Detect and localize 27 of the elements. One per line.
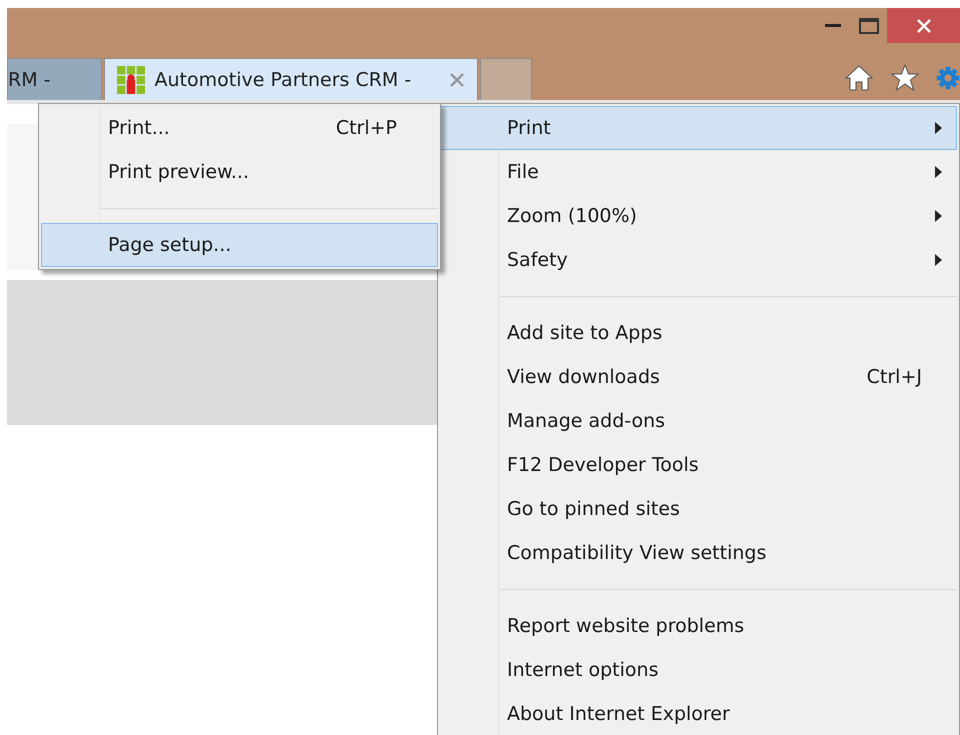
menu-item[interactable]: View downloads Ctrl+J xyxy=(440,355,957,399)
close-icon xyxy=(916,18,932,34)
menu-item[interactable]: Report website problems xyxy=(440,604,957,648)
shortcut-label: Ctrl+J xyxy=(866,366,922,388)
close-button[interactable] xyxy=(887,8,960,43)
menu-item[interactable]: Page setup... xyxy=(41,223,438,267)
menu-item[interactable]: Print xyxy=(440,106,957,150)
menu-item[interactable]: Internet options xyxy=(440,648,957,692)
menu-item[interactable]: File xyxy=(440,150,957,194)
menu-item[interactable]: Compatibility View settings xyxy=(440,531,957,575)
star-icon[interactable] xyxy=(890,64,920,92)
menu-item[interactable]: Go to pinned sites xyxy=(440,487,957,531)
site-favicon-icon xyxy=(116,66,144,94)
menu-item[interactable]: Print preview... xyxy=(41,150,438,194)
browser-tab[interactable]: RM - xyxy=(7,58,102,100)
menu-item[interactable]: About Internet Explorer xyxy=(440,692,957,735)
minimize-icon xyxy=(825,24,841,28)
menu-item[interactable]: Safety xyxy=(440,238,957,282)
home-icon[interactable] xyxy=(844,64,874,92)
browser-tab[interactable]: Automotive Partners CRM - xyxy=(104,58,478,100)
menu-item[interactable]: Print... Ctrl+P xyxy=(41,106,438,150)
menu-item[interactable]: F12 Developer Tools xyxy=(440,443,957,487)
menu-item[interactable]: Add site to Apps xyxy=(440,311,957,355)
menu-item[interactable]: Manage add-ons xyxy=(440,399,957,443)
maximize-icon xyxy=(859,18,879,34)
menu-item[interactable]: Zoom (100%) xyxy=(440,194,957,238)
shortcut-label: Ctrl+P xyxy=(336,117,397,139)
